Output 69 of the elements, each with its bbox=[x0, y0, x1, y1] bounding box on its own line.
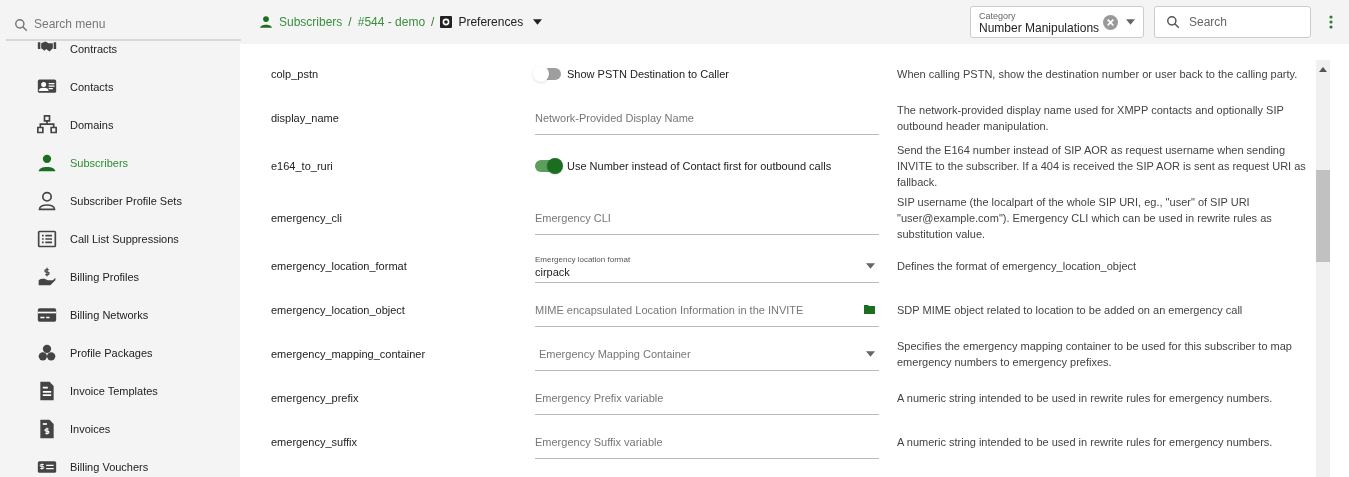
caret-icon bbox=[533, 19, 543, 25]
sidebar-item[interactable]: Domains bbox=[36, 106, 240, 144]
preference-name: e164_to_ruri bbox=[271, 158, 334, 174]
person-icon bbox=[259, 15, 273, 29]
toggle-switch[interactable] bbox=[535, 68, 561, 80]
preference-name: emergency_location_format bbox=[271, 258, 408, 274]
toggle-switch[interactable] bbox=[535, 160, 561, 172]
sidebar-item[interactable]: Invoice Templates bbox=[36, 372, 240, 410]
input-field[interactable]: MIME encapsulated Location Information in the INVITE bbox=[535, 293, 879, 327]
gear-icon bbox=[440, 16, 453, 28]
sidebar-item[interactable]: Subscribers bbox=[36, 144, 240, 182]
preference-name: emergency_mapping_container bbox=[271, 346, 427, 362]
sidebar-item[interactable]: Subscriber Profile Sets bbox=[36, 182, 240, 220]
select-field[interactable]: Emergency location format cirpack bbox=[535, 249, 879, 283]
sidebar-item[interactable]: Profile Packages bbox=[36, 334, 240, 372]
sidebar-item-icon bbox=[36, 153, 58, 173]
sidebar-item-icon bbox=[36, 305, 58, 325]
sidebar-item[interactable]: Contacts bbox=[36, 68, 240, 106]
sidebar-item-icon bbox=[36, 229, 58, 249]
breadcrumb-separator: / bbox=[348, 14, 352, 31]
search-field[interactable]: Search bbox=[1154, 6, 1311, 38]
preference-name: emergency_prefix bbox=[271, 390, 360, 406]
input-field[interactable]: Network-Provided Display Name bbox=[535, 101, 879, 135]
breadcrumb-separator: / bbox=[431, 14, 435, 31]
sidebar-item[interactable]: Call List Suppressions bbox=[36, 220, 240, 258]
preference-description: A numeric string intended to be used in rewrite rules for emergency numbers. bbox=[897, 435, 1274, 450]
preference-description: When calling PSTN, show the destination number or user back to the calling party. bbox=[897, 67, 1299, 82]
input-field[interactable]: Emergency Prefix variable bbox=[535, 381, 879, 415]
search-icon bbox=[14, 18, 28, 32]
sidebar-item[interactable]: Billing Vouchers bbox=[36, 448, 240, 477]
search-icon bbox=[1166, 15, 1180, 29]
sidebar-item-icon bbox=[36, 343, 58, 363]
preference-description: SIP username (the localpart of the whole SIP URI, eg., "user" of SIP URI "user@example.com"). Emergency CLI which can be used in rewrite rules as substitution value. bbox=[897, 195, 1273, 242]
preference-name: colp_pstn bbox=[271, 66, 320, 82]
breadcrumb-link[interactable]: Subscribers bbox=[279, 13, 343, 31]
breadcrumb-dropdown[interactable]: Preferences bbox=[458, 13, 524, 31]
sidebar-item[interactable]: Billing Profiles bbox=[36, 258, 240, 296]
preference-description: The network-provided display name used for XMPP contacts and optionally SIP outbound header manipulation. bbox=[897, 103, 1285, 134]
sidebar-item[interactable]: Billing Networks bbox=[36, 296, 240, 334]
scrollbar[interactable] bbox=[1316, 60, 1330, 477]
preference-name: display_name bbox=[271, 110, 340, 126]
breadcrumb-link[interactable]: #544 - demo bbox=[357, 13, 426, 31]
search-menu-field[interactable]: Search menu bbox=[6, 9, 241, 41]
sidebar-item-icon bbox=[36, 191, 58, 211]
input-field[interactable]: Emergency Suffix variable bbox=[535, 425, 879, 459]
caret-icon bbox=[866, 262, 875, 269]
preference-name: emergency_location_object bbox=[271, 302, 406, 318]
select-field[interactable]: Emergency Mapping Container bbox=[535, 337, 879, 371]
clear-icon[interactable] bbox=[1103, 14, 1118, 30]
scroll-thumb[interactable] bbox=[1316, 170, 1330, 262]
scroll-up-icon[interactable] bbox=[1319, 67, 1327, 72]
preference-description: Defines the format of emergency_location_object bbox=[897, 259, 1138, 274]
preference-description: Specifies the emergency mapping container to be used for this subscriber to map emergency numbers to emergency prefixes. bbox=[897, 339, 1293, 370]
preference-description: A numeric string intended to be used in rewrite rules for emergency numbers. bbox=[897, 391, 1274, 406]
caret-icon bbox=[866, 350, 875, 357]
preference-name: emergency_suffix bbox=[271, 434, 358, 450]
toggle-label: Show PSTN Destination to Caller bbox=[567, 66, 729, 82]
toggle-label: Use Number instead of Contact first for outbound calls bbox=[567, 158, 832, 174]
input-field[interactable]: Emergency CLI bbox=[535, 201, 879, 235]
sidebar-item-icon bbox=[36, 115, 58, 135]
preference-name: emergency_cli bbox=[271, 210, 343, 226]
sidebar-item-icon bbox=[36, 267, 58, 287]
preference-description: SDP MIME object related to location to be added on an emergency call bbox=[897, 303, 1244, 318]
more-options-icon[interactable] bbox=[1329, 15, 1333, 29]
caret-icon bbox=[1126, 19, 1135, 25]
folder-icon[interactable] bbox=[864, 305, 875, 314]
sidebar-item[interactable]: Invoices bbox=[36, 410, 240, 448]
preference-description: Send the E164 number instead of SIP AOR as request username when sending INVITE to the subscriber. If a 404 is received the SIP AOR is sent as request URI as fallback. bbox=[897, 143, 1307, 190]
category-select[interactable]: Category Number Manipulations bbox=[970, 6, 1144, 38]
